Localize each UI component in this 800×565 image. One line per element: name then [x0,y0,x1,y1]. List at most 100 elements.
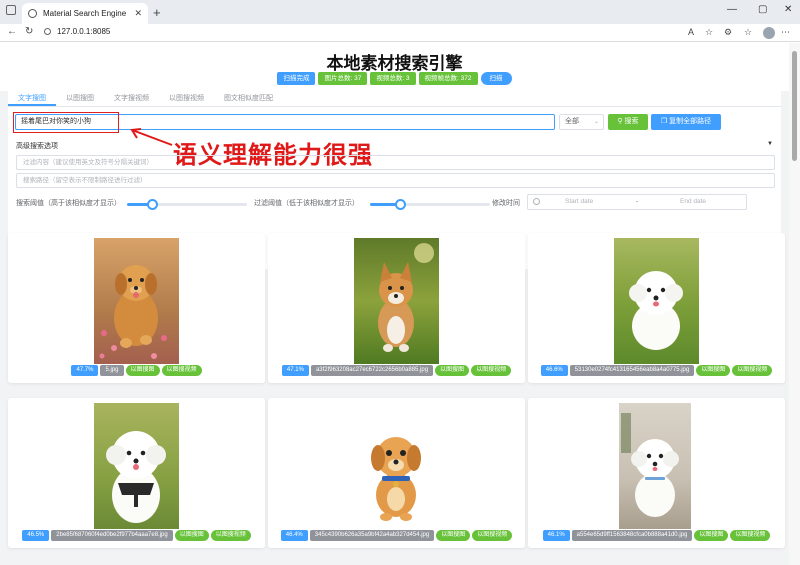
file-name[interactable]: 345c4390b626a35a9bf42a4ab327d454.jpg [309,530,435,541]
annotation-arrow [130,128,173,146]
favorite-icon[interactable]: ☆ [705,27,713,38]
file-name[interactable]: 5.jpg [100,365,124,376]
back-icon[interactable]: ← [7,26,17,37]
minimize-icon[interactable]: — [727,4,737,15]
url-field[interactable]: 127.0.0.1:8085 [57,27,110,36]
file-name[interactable]: 2be85f687060f4ed0be2f977b4aaa7e8.jpg [51,530,173,541]
new-tab-icon[interactable]: + [153,5,161,20]
result-image[interactable] [354,403,439,529]
result-card: 46.6% 53130e0274fc413165456eab8a4a0775.j… [528,233,785,383]
maximize-icon[interactable]: ▢ [758,4,767,15]
search-button[interactable]: ⚲ 搜索 [608,114,648,130]
result-card: 47.1% a3f2f963208ac27ec6722c2656b0a885.j… [268,233,525,383]
tab-image-to-video[interactable]: 以图搜视频 [159,91,214,106]
search-mode-tabs: 文字搜图 以图搜图 文字搜视频 以图搜视频 图文相似度匹配 [8,91,781,107]
similarity-score: 46.6% [540,365,568,376]
tab-image-to-image[interactable]: 以图搜图 [56,91,104,106]
result-image[interactable] [619,403,691,529]
scan-status-badge: 扫描完成 [277,72,316,85]
more-menu-icon[interactable]: ⋯ [781,27,790,38]
app-header: 本地素材搜索引擎 扫描完成 图片总数: 37 视频总数: 3 视频帧总数: 37… [0,43,789,91]
read-aloud-icon[interactable]: A [688,27,694,37]
image-count-badge: 图片总数: 37 [318,72,368,85]
search-threshold-handle[interactable] [147,199,158,210]
search-threshold-slider[interactable] [127,199,247,210]
filter-threshold-label: 过滤阈值（低于该相似度才显示） [254,200,359,207]
site-info-icon[interactable] [44,28,51,35]
date-range-picker[interactable]: Start date - End date [527,194,747,210]
image-search-button[interactable]: 以图搜图 [435,365,470,376]
extensions-icon[interactable]: ⚙ [724,27,732,38]
search-threshold-label: 搜索阈值（高于该相似度才显示） [16,200,121,207]
video-search-button[interactable]: 以图搜视频 [471,365,512,376]
similarity-score: 47.1% [281,365,309,376]
similarity-score: 46.5% [22,530,50,541]
result-image[interactable] [94,403,179,529]
tab-text-to-video[interactable]: 文字搜视频 [104,91,159,106]
collapse-caret-icon[interactable]: ▼ [767,141,773,147]
scope-select-value: 全部 [565,118,579,125]
similarity-score: 46.1% [542,530,570,541]
filter-threshold-slider[interactable] [370,199,490,210]
filter-threshold-handle[interactable] [395,199,406,210]
window-close-icon[interactable]: ✕ [784,4,792,15]
file-name[interactable]: a3f2f963208ac27ec6722c2656b0a885.jpg [310,365,434,376]
scrollbar-thumb[interactable] [792,51,797,161]
video-search-button[interactable]: 以图搜视频 [730,530,771,541]
video-search-button[interactable]: 以图搜视频 [732,365,773,376]
calendar-icon [533,198,540,205]
result-meta: 46.5% 2be85f687060f4ed0be2f977b4aaa7e8.j… [8,530,265,541]
profile-avatar[interactable] [763,27,775,39]
video-search-button[interactable]: 以图搜视频 [210,530,251,541]
result-image[interactable] [354,238,439,364]
browser-tab[interactable]: Material Search Engine ✕ [22,3,148,24]
page-scrollbar[interactable] [789,43,800,565]
image-search-button[interactable]: 以图搜图 [436,530,471,541]
result-card: 46.1% a554e65d9ff1563848cfca0b888a41d0.j… [528,398,785,548]
image-search-button[interactable]: 以图搜图 [174,530,209,541]
video-search-button[interactable]: 以图搜视频 [161,365,202,376]
copy-all-paths-button[interactable]: ❐ 复制全部路径 [651,114,721,130]
tab-text-image-match[interactable]: 图文相似度匹配 [214,91,283,106]
result-meta: 47.7% 5.jpg 以图搜图 以图搜视频 [8,365,265,376]
file-name[interactable]: a554e65d9ff1563848cfca0b888a41d0.jpg [571,530,693,541]
search-button-label: 搜索 [624,118,639,125]
frame-count-badge: 视频帧总数: 372 [418,72,478,85]
tab-actions-icon[interactable] [6,5,16,15]
close-tab-icon[interactable]: ✕ [134,8,142,19]
result-card: 47.7% 5.jpg 以图搜图 以图搜视频 [8,233,265,383]
result-card: 46.5% 2be85f687060f4ed0be2f977b4aaa7e8.j… [8,398,265,548]
image-search-button[interactable]: 以图搜图 [694,530,729,541]
date-range-separator: - [636,198,639,205]
start-date-input[interactable]: Start date [565,195,593,209]
result-card: 46.4% 345c4390b626a35a9bf42a4ab327d454.j… [268,398,525,548]
end-date-input[interactable]: End date [680,195,706,209]
advanced-options-title[interactable]: 高级搜索选项 [16,141,58,151]
image-search-button[interactable]: 以图搜图 [696,365,731,376]
tab-text-to-image[interactable]: 文字搜图 [8,91,56,106]
scan-button[interactable]: 扫描 [480,72,512,85]
copy-all-paths-label: 复制全部路径 [669,118,712,125]
video-search-button[interactable]: 以图搜视频 [472,530,513,541]
result-meta: 46.4% 345c4390b626a35a9bf42a4ab327d454.j… [268,530,525,541]
result-image[interactable] [614,238,699,364]
page-title: 本地素材搜索引擎 [326,54,463,73]
search-icon: ⚲ [617,118,625,125]
status-badges: 扫描完成 图片总数: 37 视频总数: 3 视频帧总数: 372 扫描 [0,72,789,85]
filter-content-input[interactable]: 过滤内容（建议使用英文及符号分隔关键词） [16,155,775,170]
globe-icon [28,9,37,18]
video-count-badge: 视频总数: 3 [370,72,416,85]
favorites-bar-icon[interactable]: ☆ [744,27,752,38]
modified-time-label: 修改时间 [492,200,520,207]
scope-select[interactable]: 全部 ⌄ [559,114,604,130]
similarity-score: 46.4% [280,530,308,541]
browser-tab-bar: Material Search Engine ✕ + — ▢ ✕ [0,0,800,24]
file-name[interactable]: 53130e0274fc413165456eab8a4a0775.jpg [569,365,695,376]
reload-icon[interactable]: ↻ [25,26,33,37]
copy-icon: ❐ [660,118,670,125]
browser-tab-title: Material Search Engine [43,9,127,18]
result-meta: 46.6% 53130e0274fc413165456eab8a4a0775.j… [528,365,785,376]
search-path-input[interactable]: 搜索路径（留空表示不限制路径进行过滤） [16,173,775,188]
image-search-button[interactable]: 以图搜图 [125,365,160,376]
result-image[interactable] [94,238,179,364]
